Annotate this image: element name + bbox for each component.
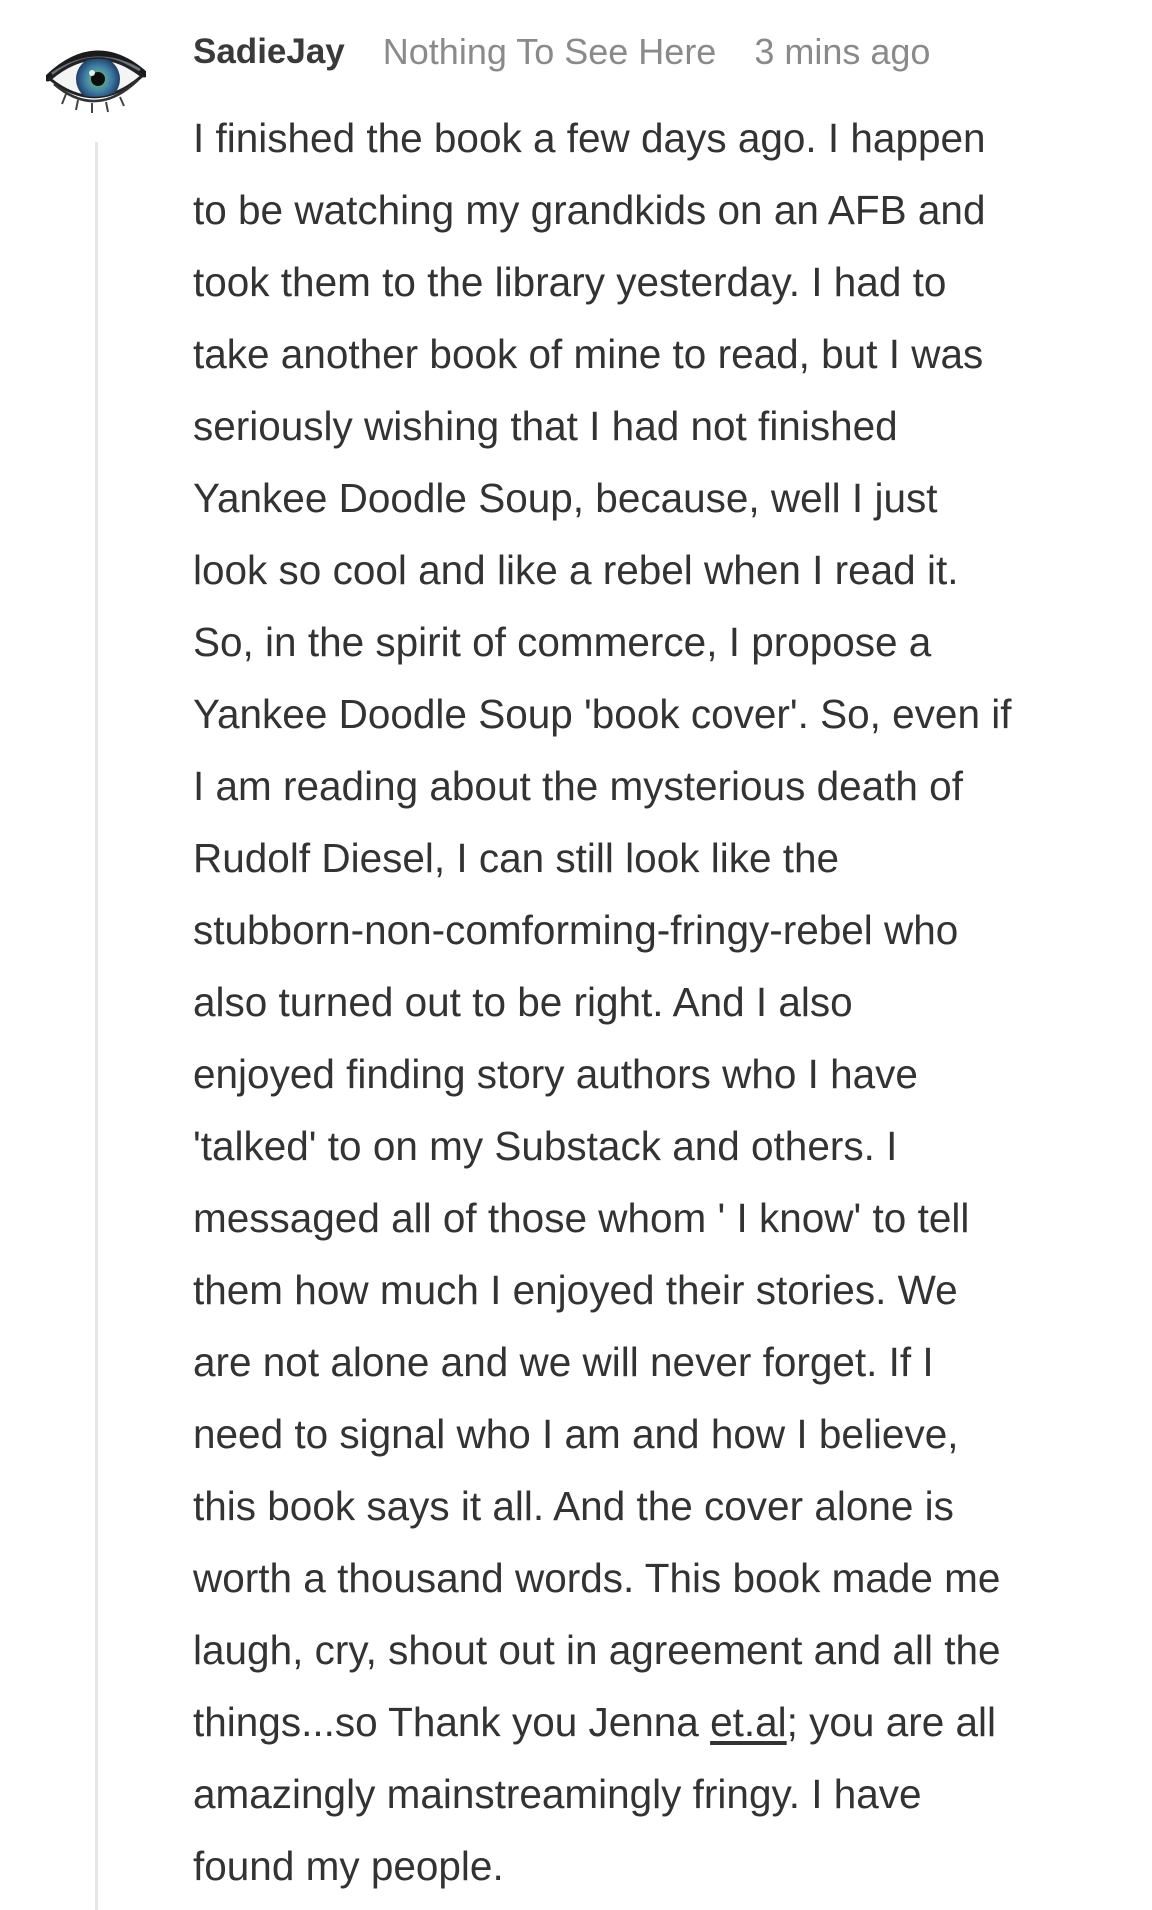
comment-line: amazingly mainstreamingly fringy. I have (193, 1771, 922, 1817)
comment-line: messaged all of those whom ' I know' to … (193, 1195, 970, 1241)
comment-line: Yankee Doodle Soup, because, well I just (193, 475, 938, 521)
comment-header: SadieJay Nothing To See Here 3 mins ago (193, 28, 930, 76)
comment-line: look so cool and like a rebel when I rea… (193, 547, 959, 593)
comment-line: to be watching my grandkids on an AFB an… (193, 187, 986, 233)
comment-line: also turned out to be right. And I also (193, 979, 853, 1025)
comment-timestamp[interactable]: 3 mins ago (754, 31, 930, 73)
comment-body: I finished the book a few days ago. I ha… (193, 102, 1123, 1902)
comment: SadieJay Nothing To See Here 3 mins ago … (0, 0, 1152, 1910)
comment-line: them how much I enjoyed their stories. W… (193, 1267, 958, 1313)
comment-line: I am reading about the mysterious death … (193, 763, 963, 809)
comment-author[interactable]: SadieJay (193, 32, 345, 72)
comment-line: Yankee Doodle Soup 'book cover'. So, eve… (193, 691, 1012, 737)
et-al-link[interactable]: et.al (710, 1699, 787, 1745)
comment-line: take another book of mine to read, but I… (193, 331, 984, 377)
comment-line: need to signal who I am and how I believ… (193, 1411, 959, 1457)
comment-line-with-link: things...so Thank you Jenna et.al; you a… (193, 1686, 1123, 1758)
comment-line: I finished the book a few days ago. I ha… (193, 115, 986, 161)
comment-line: found my people. (193, 1843, 504, 1889)
comment-line: took them to the library yesterday. I ha… (193, 259, 947, 305)
comment-line: this book says it all. And the cover alo… (193, 1483, 954, 1529)
thread-line[interactable] (95, 142, 98, 1910)
comment-line: Rudolf Diesel, I can still look like the (193, 835, 840, 881)
author-publication[interactable]: Nothing To See Here (383, 31, 717, 73)
comment-line: stubborn-non-comforming-fringy-rebel who (193, 907, 959, 953)
comment-line: worth a thousand words. This book made m… (193, 1555, 1001, 1601)
link-line-after: ; you are all (786, 1699, 997, 1745)
comment-line: laugh, cry, shout out in agreement and a… (193, 1627, 1001, 1673)
comment-line: 'talked' to on my Substack and others. I (193, 1123, 898, 1169)
comment-line: enjoyed finding story authors who I have (193, 1051, 918, 1097)
eye-avatar-icon[interactable] (46, 34, 146, 124)
comment-line: seriously wishing that I had not finishe… (193, 403, 898, 449)
comment-line: are not alone and we will never forget. … (193, 1339, 934, 1385)
comment-line: So, in the spirit of commerce, I propose… (193, 619, 932, 665)
link-line-before: things...so Thank you Jenna (193, 1699, 711, 1745)
